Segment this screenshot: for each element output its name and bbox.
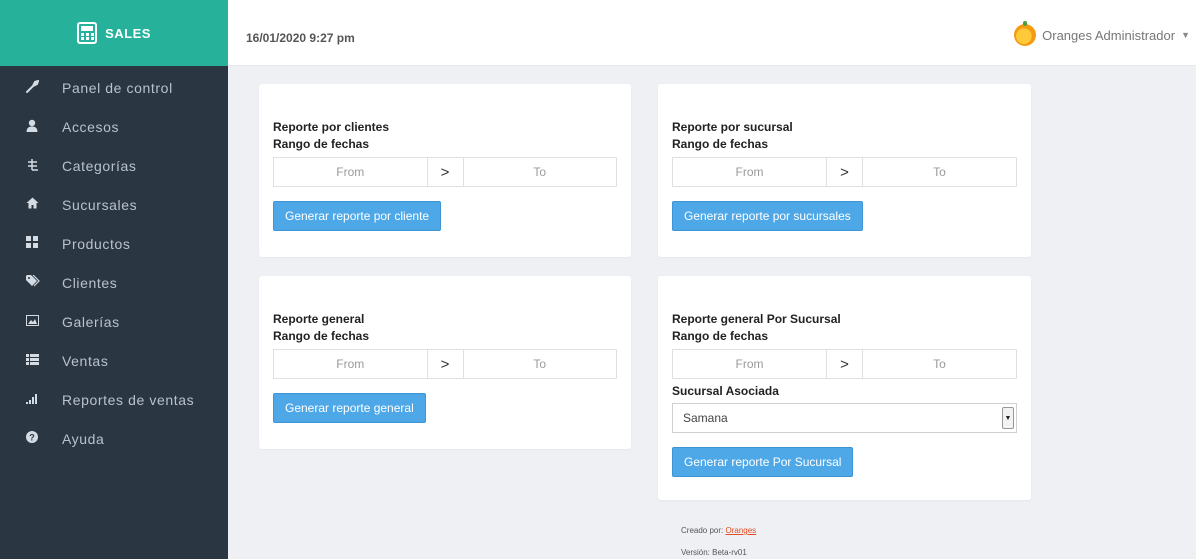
date-range: From > To: [273, 349, 617, 379]
generate-branch-general-report-button[interactable]: Generar reporte Por Sucursal: [672, 447, 854, 477]
sidebar-item-reportes-de-ventas[interactable]: Reportes de ventas: [0, 380, 228, 419]
created-by-link[interactable]: Oranges: [725, 526, 756, 535]
svg-text:?: ?: [29, 433, 35, 443]
from-date-input[interactable]: From: [274, 350, 427, 378]
sidebar-item-label: Accesos: [62, 118, 120, 135]
footer-version: Versión: Beta-rv01: [681, 548, 747, 557]
user-menu[interactable]: Oranges Administrador ▼: [1014, 21, 1190, 46]
top-bar: 16/01/2020 9:27 pm Oranges Administrador…: [228, 0, 1196, 66]
wrench-icon: [0, 78, 62, 96]
sidebar-item-ayuda[interactable]: ? Ayuda: [0, 419, 228, 458]
generate-general-report-button[interactable]: Generar reporte general: [273, 393, 426, 423]
sidebar-item-galerias[interactable]: Galerías: [0, 302, 228, 341]
sidebar-item-categorias[interactable]: Categorías: [0, 146, 228, 185]
current-datetime: 16/01/2020 9:27 pm: [246, 31, 355, 45]
sidebar-item-clientes[interactable]: Clientes: [0, 263, 228, 302]
sidebar-item-panel-de-control[interactable]: Panel de control: [0, 68, 228, 107]
report-sucursal-card: Reporte por sucursal Rango de fechas Fro…: [658, 84, 1031, 257]
brand-name: SALES: [105, 25, 151, 41]
report-clientes-card: Reporte por clientes Rango de fechas Fro…: [259, 84, 631, 257]
footer-created-by: Creado por: Oranges: [681, 526, 756, 535]
branch-select-label: Sucursal Asociada: [672, 384, 779, 398]
sidebar: Panel de control Accesos Categorías Sucu…: [0, 66, 228, 559]
sidebar-item-accesos[interactable]: Accesos: [0, 107, 228, 146]
chevron-right-icon: >: [426, 158, 464, 186]
sidebar-item-label: Panel de control: [62, 79, 173, 96]
card-subtitle: Rango de fechas: [672, 329, 769, 343]
generate-client-report-button[interactable]: Generar reporte por cliente: [273, 201, 442, 231]
grid-icon: [0, 236, 62, 251]
report-general-card: Reporte general Rango de fechas From > T…: [259, 276, 631, 449]
chevron-right-icon: >: [826, 158, 863, 186]
orange-icon: [1014, 21, 1037, 46]
sidebar-item-label: Galerías: [62, 313, 120, 330]
to-date-input[interactable]: To: [464, 350, 617, 378]
sidebar-item-ventas[interactable]: Ventas: [0, 341, 228, 380]
sitemap-icon: [0, 158, 62, 174]
sidebar-item-productos[interactable]: Productos: [0, 224, 228, 263]
report-general-sucursal-card: Reporte general Por Sucursal Rango de fe…: [658, 276, 1031, 500]
sidebar-item-label: Sucursales: [62, 196, 138, 213]
card-subtitle: Rango de fechas: [273, 137, 370, 151]
from-date-input[interactable]: From: [673, 158, 826, 186]
branch-select-value: Samana: [683, 411, 728, 425]
generate-branch-report-button[interactable]: Generar reporte por sucursales: [672, 201, 863, 231]
brand-logo[interactable]: SALES: [0, 0, 228, 66]
to-date-input[interactable]: To: [464, 158, 617, 186]
sidebar-item-label: Ventas: [62, 352, 109, 369]
calculator-icon: [77, 22, 98, 44]
chevron-right-icon: >: [826, 350, 863, 378]
card-title: Reporte general: [273, 312, 365, 326]
from-date-input[interactable]: From: [673, 350, 826, 378]
date-range: From > To: [672, 157, 1017, 187]
sidebar-item-label: Ayuda: [62, 430, 105, 447]
sidebar-item-sucursales[interactable]: Sucursales: [0, 185, 228, 224]
card-subtitle: Rango de fechas: [672, 137, 769, 151]
to-date-input[interactable]: To: [863, 158, 1016, 186]
sidebar-item-label: Categorías: [62, 157, 137, 174]
sidebar-item-label: Productos: [62, 235, 131, 252]
sidebar-item-label: Clientes: [62, 274, 118, 291]
from-date-input[interactable]: From: [274, 158, 427, 186]
chevron-right-icon: >: [426, 350, 464, 378]
caret-down-icon: ▼: [1181, 30, 1190, 40]
date-range: From > To: [273, 157, 617, 187]
home-icon: [0, 197, 62, 212]
created-by-label: Creado por:: [681, 526, 724, 535]
list-icon: [0, 353, 62, 368]
bar-chart-icon: [0, 392, 62, 407]
date-range: From > To: [672, 349, 1017, 379]
to-date-input[interactable]: To: [863, 350, 1016, 378]
card-title: Reporte por clientes: [273, 120, 390, 134]
user-name: Oranges Administrador: [1042, 27, 1176, 43]
card-title: Reporte por sucursal: [672, 120, 793, 134]
question-icon: ?: [0, 431, 62, 446]
sidebar-item-label: Reportes de ventas: [62, 391, 195, 408]
branch-select[interactable]: Samana ▼: [672, 403, 1017, 433]
card-subtitle: Rango de fechas: [273, 329, 370, 343]
user-icon: [0, 119, 62, 135]
dropdown-arrow-icon[interactable]: ▼: [1002, 407, 1014, 429]
image-icon: [0, 314, 62, 329]
tags-icon: [0, 274, 62, 290]
card-title: Reporte general Por Sucursal: [672, 312, 841, 326]
